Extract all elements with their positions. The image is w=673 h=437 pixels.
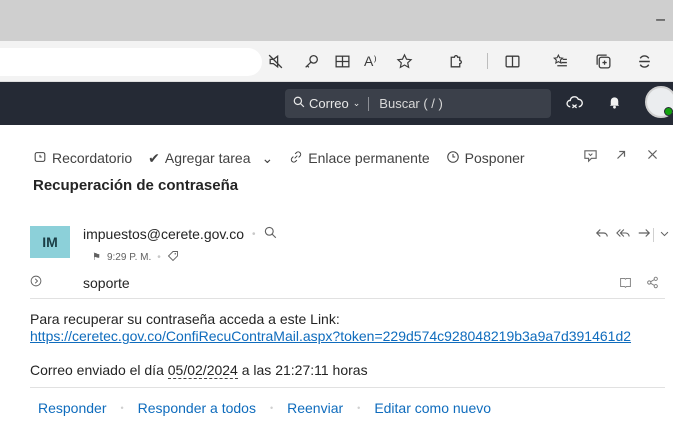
sender-avatar[interactable]: IM — [30, 226, 70, 258]
search-box[interactable]: Correo ⌄ Buscar ( / ) — [285, 89, 551, 118]
forward-icon[interactable] — [637, 226, 651, 244]
close-icon[interactable] — [646, 148, 659, 168]
open-in-new-window-icon[interactable] — [614, 148, 628, 168]
permalink-button[interactable]: Enlace permanente — [289, 150, 430, 167]
divider — [30, 298, 665, 299]
message-subject: Recuperación de contraseña — [33, 177, 239, 194]
reply-button[interactable]: Responder — [38, 400, 107, 416]
search-icon[interactable] — [264, 226, 277, 242]
sent-date[interactable]: 05/02/2024 — [167, 362, 238, 379]
reminder-label: Recordatorio — [52, 150, 133, 166]
forward-button[interactable]: Reenviar — [287, 400, 343, 416]
message-body-text: Para recuperar su contraseña acceda a es… — [30, 311, 340, 327]
share-icon[interactable] — [646, 276, 659, 292]
snooze-button[interactable]: Posponer — [446, 150, 525, 167]
reminder-button[interactable]: Recordatorio — [33, 150, 132, 167]
permalink-label: Enlace permanente — [308, 150, 430, 166]
search-scope-dropdown[interactable]: Correo — [309, 96, 349, 111]
grid-icon[interactable] — [334, 49, 351, 73]
browser-toolbar: A⁾ — [0, 41, 673, 82]
immersive-reader-icon[interactable] — [583, 148, 598, 168]
key-icon[interactable] — [303, 49, 320, 73]
separator-dot: • — [357, 403, 361, 413]
recovery-link[interactable]: https://ceretec.gov.co/ConfiRecuContraMa… — [30, 328, 631, 344]
reply-all-icon[interactable] — [615, 226, 631, 244]
mute-icon[interactable] — [267, 49, 284, 73]
favorite-star-icon[interactable] — [396, 49, 413, 73]
sender-row: impuestos@cerete.gov.co • — [83, 226, 277, 242]
divider — [30, 387, 665, 388]
separator-dot: • — [269, 403, 274, 413]
address-bar[interactable] — [0, 48, 262, 76]
chevron-down-icon[interactable] — [659, 226, 670, 243]
flag-icon[interactable]: ⚑ — [92, 252, 101, 263]
message-toolbar: Recordatorio ✔ Agregar tarea ⌄ Enlace pe… — [33, 148, 541, 168]
separator-dot: • — [252, 228, 256, 240]
separator-dot: • — [120, 403, 124, 413]
cloud-sync-icon[interactable] — [566, 94, 583, 114]
recipient[interactable]: soporte — [83, 275, 130, 291]
sent-info: Correo enviado el día 05/02/2024 a las 2… — [30, 362, 368, 379]
reply-all-button[interactable]: Responder a todos — [138, 400, 256, 416]
search-divider — [368, 96, 370, 111]
minimize-button[interactable]: – — [656, 11, 665, 29]
action-divider — [653, 228, 654, 242]
link-icon — [289, 150, 303, 167]
separator-dot: • — [157, 252, 161, 263]
chevron-down-icon[interactable]: ⌄ — [262, 150, 274, 167]
add-task-button[interactable]: ✔ Agregar tarea ⌄ — [148, 150, 273, 167]
message-meta: ⚑ 9:29 P. M. • — [92, 250, 179, 265]
chevron-down-icon[interactable]: ⌄ — [353, 98, 361, 109]
sender-email[interactable]: impuestos@cerete.gov.co — [83, 226, 244, 242]
split-screen-icon[interactable] — [504, 49, 521, 73]
alarm-clock-icon — [33, 150, 47, 167]
extensions-icon[interactable] — [447, 49, 464, 73]
search-icon — [293, 96, 305, 111]
tag-icon[interactable] — [167, 250, 179, 265]
search-input[interactable]: Buscar ( / ) — [379, 96, 443, 111]
reply-actions-bar: Responder • Responder a todos • Reenviar… — [38, 400, 491, 416]
sent-suffix: a las 21:27:11 horas — [237, 362, 368, 378]
immersive-reader-icon[interactable] — [619, 276, 632, 292]
expand-recipients-icon[interactable] — [30, 275, 42, 290]
reply-icon[interactable] — [595, 226, 609, 244]
checkmark-icon: ✔ — [148, 149, 160, 166]
bell-icon[interactable] — [607, 94, 622, 113]
browser-title-bar: – — [0, 0, 673, 41]
app-header: Correo ⌄ Buscar ( / ) — [0, 82, 673, 125]
account-avatar[interactable] — [645, 86, 673, 118]
sent-prefix: Correo enviado el día — [30, 362, 168, 378]
toolbar-divider — [487, 53, 488, 69]
copilot-icon[interactable] — [636, 49, 653, 73]
message-time: 9:29 P. M. — [106, 252, 152, 263]
snooze-label: Posponer — [464, 150, 525, 166]
add-task-label: Agregar tarea — [164, 150, 251, 166]
presence-indicator — [664, 107, 673, 116]
read-aloud-icon[interactable]: A⁾ — [364, 49, 377, 73]
clock-icon — [446, 150, 460, 167]
favorites-list-icon[interactable] — [552, 49, 569, 73]
edit-as-new-button[interactable]: Editar como nuevo — [374, 400, 491, 416]
collections-icon[interactable] — [595, 49, 612, 73]
